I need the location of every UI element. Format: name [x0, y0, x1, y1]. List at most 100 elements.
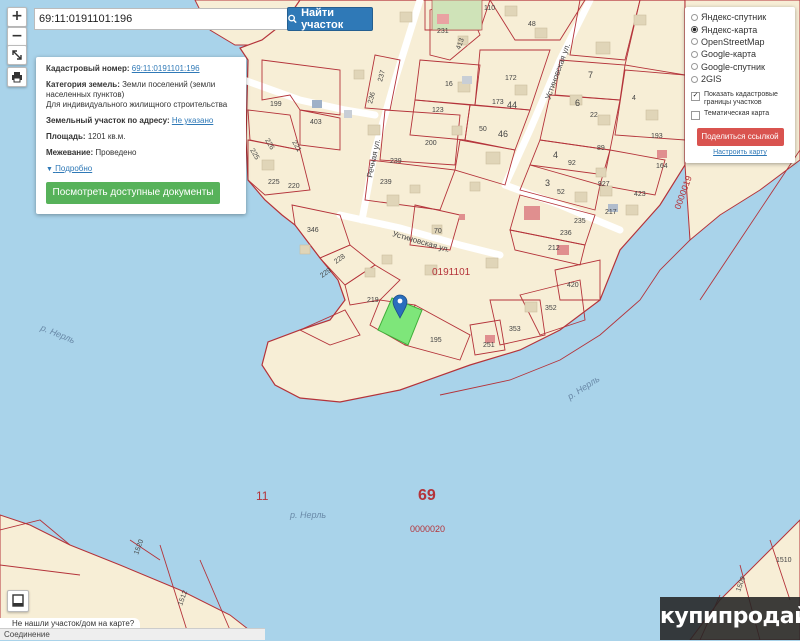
- layer-label: Google-карта: [701, 49, 756, 60]
- status-bar: Соединение: [0, 628, 265, 640]
- plot-number: 70: [434, 228, 442, 235]
- plot-number: 4: [632, 95, 636, 102]
- map-layers-panel: Яндекс-спутник Яндекс-карта OpenStreetMa…: [685, 7, 795, 163]
- layer-label: Google-спутник: [701, 61, 765, 72]
- fullscreen-button[interactable]: [7, 45, 27, 65]
- river-label-3: р. Нерль: [289, 510, 326, 520]
- watermark-logo: купипродай: [660, 597, 800, 640]
- plot-number: 164: [656, 163, 668, 170]
- more-details-label: Подробно: [55, 164, 93, 173]
- layer-option-2gis[interactable]: 2GIS: [691, 73, 789, 85]
- plot-number: 212: [548, 245, 560, 252]
- plot-number: 346: [307, 227, 319, 234]
- plot-number: 195: [430, 337, 442, 344]
- plot-number: 239: [380, 179, 392, 186]
- plot-number: 352: [545, 305, 557, 312]
- checkbox-checked-icon: ✓: [691, 92, 700, 102]
- cadastral-number-row: Кадастровый номер: 69:11:0191101:196: [46, 64, 236, 74]
- radio-icon: [691, 50, 698, 58]
- thematic-map-checkbox[interactable]: Тематическая карта: [691, 110, 789, 121]
- land-use-value: Для индивидуального жилищного строительс…: [46, 100, 228, 109]
- plot-number: 48: [528, 21, 536, 28]
- cadastral-search-input[interactable]: [34, 8, 290, 30]
- layer-option-yandex-map[interactable]: Яндекс-карта: [691, 23, 789, 35]
- district-number-label: 11: [256, 489, 269, 503]
- search-icon: [288, 14, 297, 24]
- plot-number: 7: [588, 70, 593, 80]
- find-plot-button[interactable]: Найти участок: [287, 7, 373, 31]
- layer-option-google-satellite[interactable]: Google-спутник: [691, 61, 789, 73]
- checkbox-label: Тематическая карта: [704, 110, 770, 118]
- plot-number: 16: [445, 81, 453, 88]
- find-plot-label: Найти участок: [301, 7, 344, 31]
- plot-number: 225: [268, 179, 280, 186]
- share-link-button[interactable]: Поделиться ссылкой: [696, 128, 784, 147]
- plot-number: 1510: [776, 557, 792, 564]
- plot-number: 193: [651, 133, 663, 140]
- checkbox-icon: [691, 111, 700, 121]
- caret-down-icon: ▼: [46, 166, 53, 173]
- radio-selected-icon: [691, 26, 698, 34]
- area-label: Площадь:: [46, 132, 86, 141]
- plot-number: 92: [568, 160, 576, 167]
- print-button[interactable]: [7, 67, 27, 87]
- plot-number: 172: [505, 75, 517, 82]
- plot-info-panel: Кадастровый номер: 69:11:0191101:196 Кат…: [36, 57, 246, 214]
- survey-label: Межевание:: [46, 148, 94, 157]
- radio-icon: [691, 75, 698, 83]
- layer-label: Яндекс-спутник: [701, 12, 767, 23]
- land-category-row: Категория земель: Земли поселений (земли…: [46, 80, 236, 110]
- plot-number: 403: [310, 119, 322, 126]
- layer-option-openstreetmap[interactable]: OpenStreetMap: [691, 36, 789, 48]
- zoom-in-button[interactable]: +: [7, 7, 27, 27]
- area-row: Площадь: 1201 кв.м.: [46, 132, 236, 142]
- layer-label: 2GIS: [701, 74, 722, 85]
- cadastral-number-link[interactable]: 69:11:0191101:196: [132, 64, 200, 73]
- layers-toggle-icon: [12, 594, 24, 607]
- plot-number: 3: [545, 178, 550, 188]
- plot-number: 173: [492, 99, 504, 106]
- plot-number: 123: [432, 107, 444, 114]
- plot-number: 4: [553, 150, 558, 160]
- plot-number: 89: [597, 145, 605, 152]
- map-legend-button[interactable]: [7, 590, 29, 612]
- plot-number: 110: [484, 5, 495, 12]
- zoom-out-button[interactable]: −: [7, 27, 27, 47]
- layer-option-google-map[interactable]: Google-карта: [691, 48, 789, 60]
- region-number-label: 69: [418, 487, 436, 504]
- plot-number: 353: [509, 326, 521, 333]
- survey-value: Проведено: [95, 148, 137, 157]
- plot-number: 231: [437, 28, 449, 35]
- area-value: 1201 кв.м.: [87, 132, 126, 141]
- plot-number: 220: [288, 183, 300, 190]
- land-category-label: Категория земель:: [46, 80, 120, 89]
- address-label: Земельный участок по адресу:: [46, 116, 170, 125]
- address-row: Земельный участок по адресу: Не указано: [46, 116, 236, 126]
- address-link[interactable]: Не указано: [172, 116, 213, 125]
- zone-code-label: 0000020: [410, 524, 445, 534]
- plot-number: 423: [634, 191, 646, 198]
- show-cadastral-borders-checkbox[interactable]: ✓ Показать кадастровые границы участков: [691, 91, 789, 107]
- plot-number: 199: [270, 101, 282, 108]
- plot-number: 236: [560, 230, 572, 237]
- printer-icon: [12, 72, 22, 83]
- radio-icon: [691, 63, 698, 71]
- plot-number: 927: [598, 181, 610, 188]
- plot-number: 420: [567, 282, 579, 289]
- quarter-label: 0191101: [432, 267, 471, 278]
- layer-option-yandex-satellite[interactable]: Яндекс-спутник: [691, 11, 789, 23]
- plot-number: 6: [575, 98, 580, 108]
- radio-icon: [691, 13, 698, 21]
- view-documents-button[interactable]: Посмотреть доступные документы: [46, 182, 220, 204]
- plot-number: 251: [483, 342, 495, 349]
- plot-number: 217: [605, 209, 617, 216]
- plot-number: 22: [590, 112, 598, 119]
- survey-row: Межевание: Проведено: [46, 148, 236, 158]
- fullscreen-icon: [12, 50, 22, 60]
- plot-number: 44: [507, 100, 517, 110]
- configure-map-link[interactable]: Настроить карту: [691, 149, 789, 156]
- layer-label: Яндекс-карта: [701, 24, 758, 35]
- checkbox-label: Показать кадастровые границы участков: [704, 91, 778, 107]
- plot-number: 200: [425, 140, 437, 147]
- more-details-link[interactable]: ▼ Подробно: [46, 164, 236, 175]
